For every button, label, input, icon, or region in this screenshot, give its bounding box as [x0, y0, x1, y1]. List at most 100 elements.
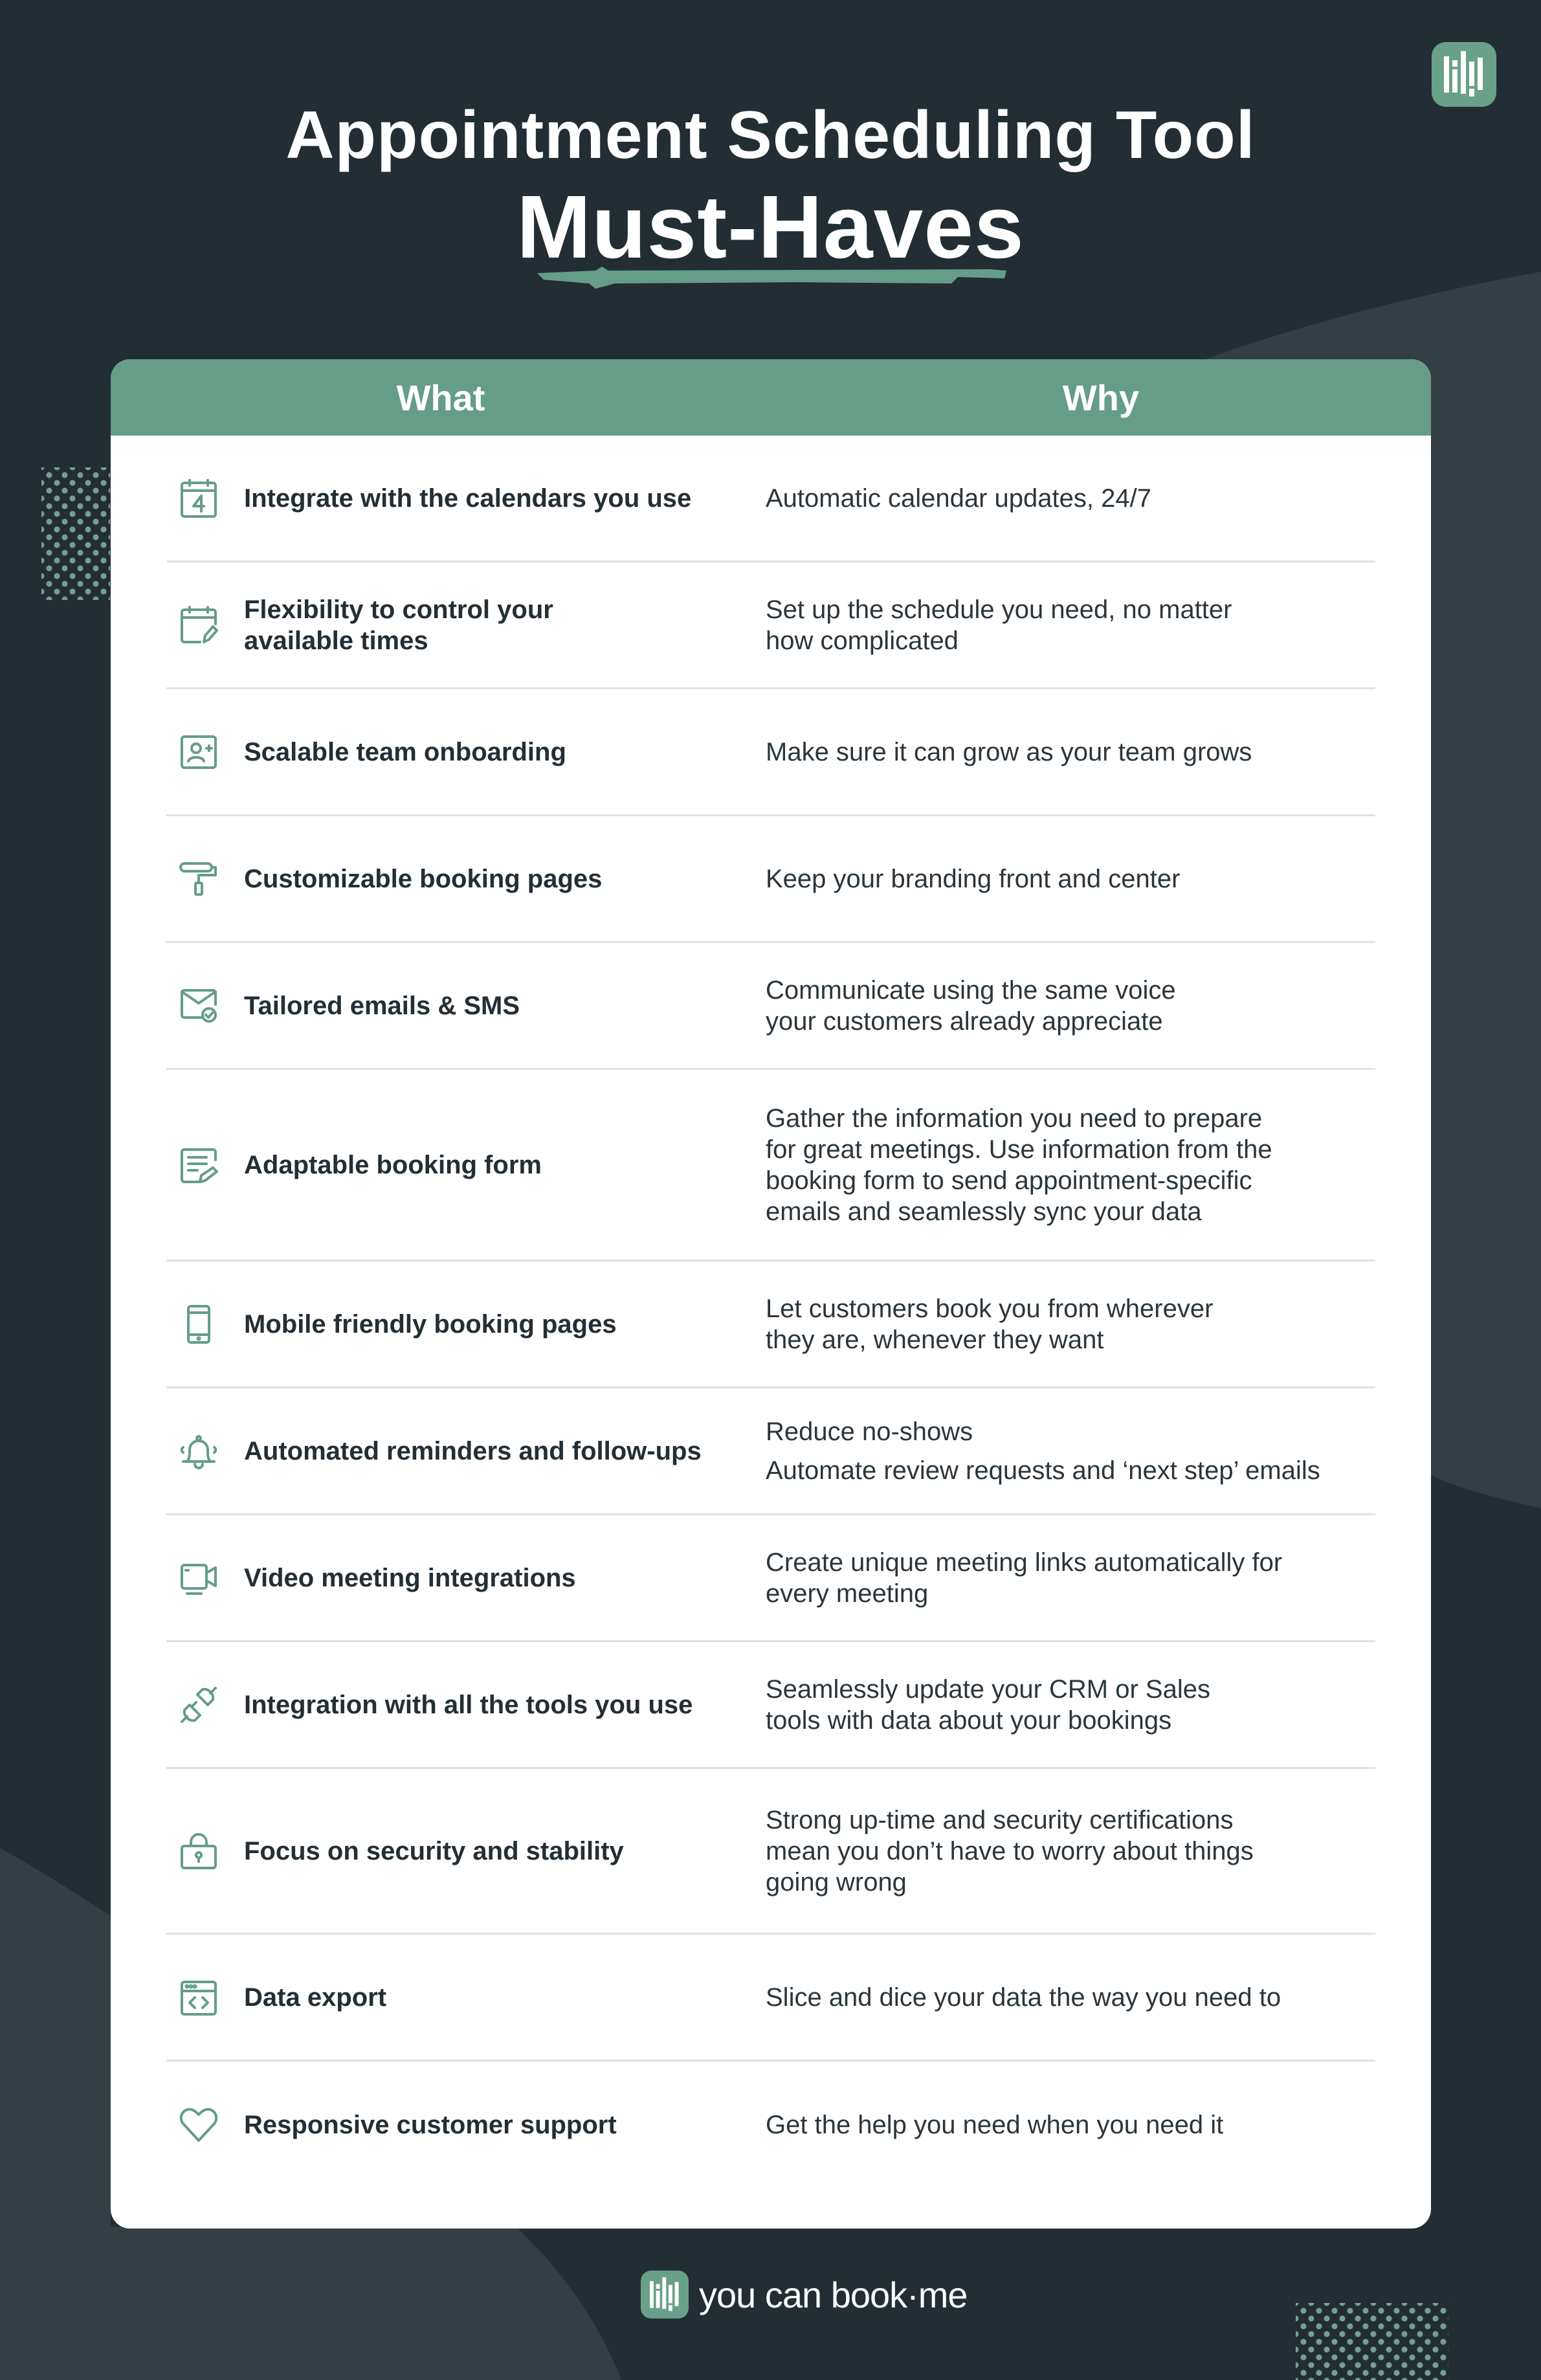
table-row: Tailored emails & SMS Communicate using t…	[166, 943, 1375, 1070]
why-line: Slice and dice your data the way you nee…	[766, 1983, 1281, 2012]
must-haves-table: What Why Integrate with the calendars yo…	[111, 359, 1431, 2229]
why-line: Reduce no-shows	[766, 1417, 973, 1446]
why-line: for great meetings. Use information from…	[766, 1135, 1272, 1164]
row-what: Data export	[244, 1982, 766, 2013]
why-line: Set up the schedule you need, no matter	[766, 595, 1232, 624]
what-line: Integrate with the calendars you use	[244, 484, 692, 513]
row-what: Flexibility to control your available tim…	[244, 594, 766, 656]
footer-brand-name: you can book·me	[699, 2274, 968, 2315]
what-line: Adaptable booking form	[244, 1150, 542, 1179]
row-what: Video meeting integrations	[244, 1563, 766, 1594]
table-row: Integration with all the tools you use Se…	[166, 1642, 1375, 1769]
table-body: Integrate with the calendars you use Auto…	[111, 436, 1431, 2188]
calendar-icon	[181, 478, 217, 518]
row-what: Scalable team onboarding	[244, 737, 766, 768]
plug-icon	[181, 1686, 217, 1723]
heart-icon	[179, 2108, 218, 2142]
table-row: Responsive customer support Get the help …	[166, 2062, 1375, 2188]
why-line: Get the help you need when you need it	[766, 2111, 1224, 2139]
row-why: Automatic calendar updates, 24/7	[766, 483, 1375, 514]
what-line: Automated reminders and follow-ups	[244, 1436, 702, 1465]
why-line: Let customers book you from wherever	[766, 1294, 1214, 1323]
why-line: booking form to send appointment-specifi…	[766, 1166, 1252, 1195]
row-what: Tailored emails & SMS	[244, 990, 766, 1021]
table-row: Customizable booking pages Keep your bran…	[166, 816, 1375, 943]
footer-brand: you can book·me	[641, 2271, 968, 2319]
row-what: Mobile friendly booking pages	[244, 1309, 766, 1340]
why-line: Seamlessly update your CRM or Sales	[766, 1674, 1210, 1704]
why-line: Keep your branding front and center	[766, 864, 1181, 893]
table-row: Data export Slice and dice your data the …	[166, 1935, 1375, 2062]
table-row: Flexibility to control your available tim…	[166, 562, 1375, 689]
why-line: every meeting	[766, 1579, 929, 1608]
dot-pattern-bottom-right	[1296, 2303, 1448, 2380]
row-what: Focus on security and stability	[244, 1836, 766, 1867]
why-line: going wrong	[766, 1867, 907, 1896]
why-line: Create unique meeting links automaticall…	[766, 1548, 1283, 1577]
row-what: Automated reminders and follow-ups	[244, 1436, 766, 1467]
row-why: Keep your branding front and center	[766, 863, 1375, 895]
page-title: Appointment Scheduling Tool	[285, 98, 1256, 173]
what-line: Tailored emails & SMS	[244, 991, 520, 1020]
form-edit-icon	[181, 1148, 218, 1183]
code-window-icon	[181, 1980, 217, 2016]
brush-underline	[537, 267, 1006, 289]
what-line: Integration with all the tools you use	[244, 1690, 693, 1719]
table-row: Scalable team onboarding Make sure it can…	[166, 689, 1375, 816]
paint-roller-icon	[179, 862, 217, 896]
row-why: Reduce no-shows Automate review requests …	[766, 1416, 1375, 1486]
table-row: Integrate with the calendars you use Auto…	[166, 436, 1375, 562]
why-line: how complicated	[766, 626, 959, 655]
table-header: What Why	[111, 359, 1431, 436]
what-line: Scalable team onboarding	[244, 737, 566, 766]
video-camera-icon	[181, 1563, 217, 1595]
row-why: Slice and dice your data the way you nee…	[766, 1982, 1375, 2013]
what-line: Responsive customer support	[244, 2111, 617, 2139]
why-line: emails and seamlessly sync your data	[766, 1197, 1202, 1226]
why-line: Automate review requests and ‘next step’…	[766, 1456, 1320, 1485]
what-line: Flexibility to control your	[244, 595, 553, 624]
row-what: Adaptable booking form	[244, 1150, 766, 1181]
bell-icon	[180, 1434, 217, 1469]
brand-logo-icon	[650, 2277, 679, 2311]
row-what: Integration with all the tools you use	[244, 1689, 766, 1720]
what-line: Customizable booking pages	[244, 864, 603, 893]
row-what: Customizable booking pages	[244, 863, 766, 895]
why-line: Make sure it can grow as your team grows	[766, 737, 1252, 766]
dot-pattern-left	[41, 467, 110, 600]
row-why: Create unique meeting links automaticall…	[766, 1547, 1375, 1609]
row-why: Make sure it can grow as your team grows	[766, 737, 1375, 768]
table-row: Mobile friendly booking pages Let custome…	[166, 1262, 1375, 1388]
brand-logo-icon	[1444, 51, 1483, 96]
table-row: Video meeting integrations Create unique …	[166, 1515, 1375, 1642]
what-line: Data export	[244, 1983, 387, 2012]
why-line: your customers already appreciate	[766, 1006, 1163, 1036]
mobile-icon	[187, 1304, 210, 1344]
why-line: Communicate using the same voice	[766, 975, 1176, 1005]
row-why: Let customers book you from wherever they…	[766, 1293, 1375, 1355]
why-line: Strong up-time and security certificatio…	[766, 1805, 1234, 1834]
why-line: Automatic calendar updates, 24/7	[766, 484, 1151, 513]
row-why: Set up the schedule you need, no matter h…	[766, 594, 1375, 656]
row-why: Get the help you need when you need it	[766, 2109, 1375, 2141]
what-line: Focus on security and stability	[244, 1836, 624, 1865]
email-check-icon	[181, 988, 217, 1023]
table-row: Adaptable booking form Gather the informa…	[166, 1070, 1375, 1262]
calendar-edit-icon	[181, 605, 218, 643]
why-line: they are, whenever they want	[766, 1325, 1104, 1354]
row-why: Communicate using the same voice your cus…	[766, 975, 1375, 1037]
row-why: Strong up-time and security certificatio…	[766, 1805, 1375, 1898]
table-row: Focus on security and stability Strong up…	[166, 1769, 1375, 1935]
lock-icon	[181, 1832, 217, 1869]
why-line: mean you don’t have to worry about thing…	[766, 1836, 1254, 1865]
row-why: Seamlessly update your CRM or Sales tools…	[766, 1674, 1375, 1736]
what-line: Mobile friendly booking pages	[244, 1309, 617, 1339]
column-header-what: What	[396, 377, 485, 418]
add-user-icon	[181, 735, 217, 769]
what-line: available times	[244, 626, 428, 655]
why-line: Gather the information you need to prepa…	[766, 1104, 1263, 1133]
column-header-why: Why	[1062, 377, 1140, 418]
row-why: Gather the information you need to prepa…	[766, 1103, 1375, 1227]
row-what: Integrate with the calendars you use	[244, 483, 766, 514]
footer-logo-badge	[641, 2271, 689, 2319]
